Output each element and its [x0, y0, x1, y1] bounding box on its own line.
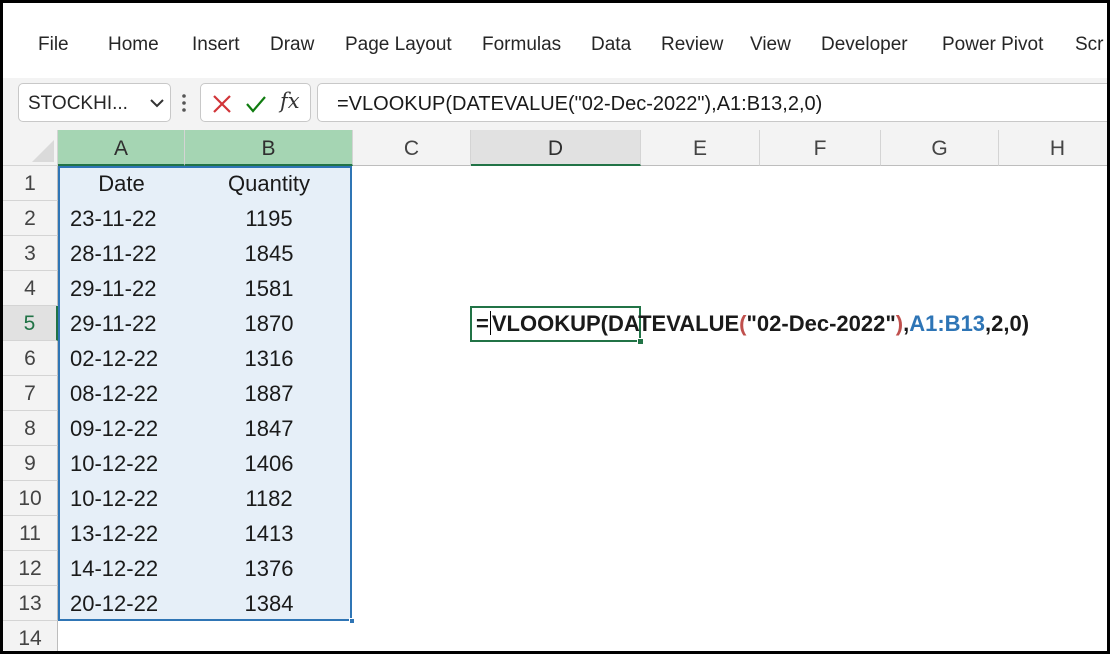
tab-developer[interactable]: Developer — [821, 34, 908, 56]
column-header-b[interactable]: B — [185, 130, 353, 166]
edit-date-string: "02-Dec-2022" — [746, 311, 896, 336]
cell-quantity[interactable]: 1376 — [185, 551, 353, 586]
cell-date[interactable]: 29-11-22 — [58, 306, 185, 341]
cell-quantity[interactable]: 1847 — [185, 411, 353, 446]
row-header-6[interactable]: 6 — [3, 341, 58, 376]
cell-quantity[interactable]: 1870 — [185, 306, 353, 341]
row-header-5[interactable]: 5 — [3, 306, 58, 341]
cell-date[interactable]: 20-12-22 — [58, 586, 185, 621]
cell-date[interactable]: 13-12-22 — [58, 516, 185, 551]
edit-tail: ,2,0) — [985, 311, 1030, 336]
row-header-2[interactable]: 2 — [3, 201, 58, 236]
cell-b1-header[interactable]: Quantity — [185, 166, 353, 201]
cell-quantity[interactable]: 1384 — [185, 586, 353, 621]
cell-date[interactable]: 02-12-22 — [58, 341, 185, 376]
row-header-3[interactable]: 3 — [3, 236, 58, 271]
name-box-value: STOCKHI... — [28, 93, 128, 114]
cell-date[interactable]: 08-12-22 — [58, 376, 185, 411]
column-header-h[interactable]: H — [999, 130, 1107, 166]
tab-file[interactable]: File — [38, 34, 69, 56]
column-header-c[interactable]: C — [353, 130, 471, 166]
row-header-8[interactable]: 8 — [3, 411, 58, 446]
chevron-down-icon[interactable] — [149, 97, 165, 109]
cell-a1-header[interactable]: Date — [58, 166, 185, 201]
tab-draw[interactable]: Draw — [270, 34, 314, 56]
tab-insert[interactable]: Insert — [192, 34, 240, 56]
name-box[interactable]: STOCKHI... — [18, 83, 171, 122]
enter-check-icon[interactable] — [245, 93, 267, 115]
row-header-7[interactable]: 7 — [3, 376, 58, 411]
tab-review[interactable]: Review — [661, 34, 723, 56]
column-header-d[interactable]: D — [471, 130, 641, 166]
select-all-button[interactable] — [3, 130, 58, 166]
tab-data[interactable]: Data — [591, 34, 631, 56]
formula-bar: STOCKHI... fx =VLOOKUP(DATEVALUE("02-Dec… — [3, 78, 1107, 130]
row-header-10[interactable]: 10 — [3, 481, 58, 516]
row-header-11[interactable]: 11 — [3, 516, 58, 551]
cell-quantity[interactable]: 1581 — [185, 271, 353, 306]
row-header-4[interactable]: 4 — [3, 271, 58, 306]
tab-page-layout[interactable]: Page Layout — [345, 34, 452, 56]
cell-quantity[interactable]: 1413 — [185, 516, 353, 551]
excel-window: File Home Insert Draw Page Layout Formul… — [3, 3, 1107, 651]
cells-area[interactable]: Date Quantity 23-11-22 1195 28-11-22 1845 29-1… — [58, 166, 1107, 651]
ribbon-tabs: File Home Insert Draw Page Layout Formul… — [3, 3, 1107, 78]
edit-range-ref: A1:B13 — [909, 311, 986, 336]
cell-date[interactable]: 23-11-22 — [58, 201, 185, 236]
formula-buttons: fx — [200, 83, 311, 122]
text-caret — [489, 311, 491, 335]
fill-handle[interactable] — [637, 338, 644, 345]
row-header-12[interactable]: 12 — [3, 551, 58, 586]
cell-quantity[interactable]: 1182 — [185, 481, 353, 516]
cell-date[interactable]: 28-11-22 — [58, 236, 185, 271]
more-options-icon[interactable] — [180, 92, 188, 114]
column-header-a[interactable]: A — [58, 130, 185, 166]
cell-quantity[interactable]: 1406 — [185, 446, 353, 481]
row-header-1[interactable]: 1 — [3, 166, 58, 201]
cell-quantity[interactable]: 1195 — [185, 201, 353, 236]
tab-formulas[interactable]: Formulas — [482, 34, 561, 56]
edit-function: VLOOKUP(DATEVALUE — [491, 311, 740, 336]
row-header-13[interactable]: 13 — [3, 586, 58, 621]
cell-date[interactable]: 09-12-22 — [58, 411, 185, 446]
cell-quantity[interactable]: 1887 — [185, 376, 353, 411]
insert-function-icon[interactable]: fx — [280, 89, 300, 113]
column-header-f[interactable]: F — [760, 130, 881, 166]
column-header-g[interactable]: G — [881, 130, 999, 166]
edit-close-paren: ) — [895, 311, 904, 336]
cell-quantity[interactable]: 1316 — [185, 341, 353, 376]
cell-date[interactable]: 29-11-22 — [58, 271, 185, 306]
edit-eq: = — [476, 311, 489, 336]
column-header-e[interactable]: E — [641, 130, 760, 166]
cell-date[interactable]: 10-12-22 — [58, 446, 185, 481]
row-header-9[interactable]: 9 — [3, 446, 58, 481]
cell-date[interactable]: 10-12-22 — [58, 481, 185, 516]
formula-text: =VLOOKUP(DATEVALUE("02-Dec-2022"),A1:B13… — [337, 93, 823, 115]
worksheet-grid: A B C D E F G H Date Quantity 23-11-22 1195… — [3, 130, 1107, 651]
cell-date[interactable]: 14-12-22 — [58, 551, 185, 586]
cancel-x-icon[interactable] — [211, 93, 233, 115]
cell-quantity[interactable]: 1845 — [185, 236, 353, 271]
row-header-14[interactable]: 14 — [3, 621, 58, 651]
tab-home[interactable]: Home — [108, 34, 159, 56]
formula-input[interactable]: =VLOOKUP(DATEVALUE("02-Dec-2022"),A1:B13… — [317, 83, 1107, 122]
tab-view[interactable]: View — [750, 34, 791, 56]
in-cell-formula-edit[interactable]: = VLOOKUP(DATEVALUE("02-Dec-2022"),A1:B13… — [476, 310, 1029, 338]
select-all-triangle — [32, 140, 54, 162]
tab-script[interactable]: Scr — [1075, 34, 1104, 56]
tab-power-pivot[interactable]: Power Pivot — [942, 34, 1043, 56]
